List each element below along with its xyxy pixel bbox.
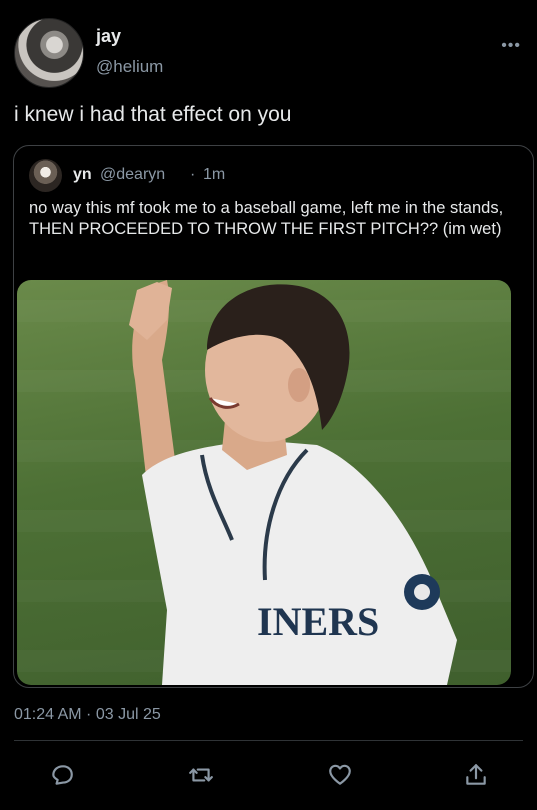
quoted-text: no way this mf took me to a baseball gam… — [29, 199, 504, 238]
like-icon[interactable] — [325, 760, 355, 790]
divider — [14, 740, 523, 741]
more-icon[interactable]: ••• — [501, 38, 521, 54]
quoted-name[interactable]: yn — [73, 166, 92, 184]
quoted-handle[interactable]: @dearyn — [100, 166, 165, 184]
quoted-avatar[interactable] — [29, 159, 62, 192]
quoted-photo[interactable]: INERS — [17, 280, 511, 685]
retweet-icon[interactable] — [186, 760, 216, 790]
tweet-text: i knew i had that effect on you — [14, 103, 292, 126]
share-icon[interactable] — [461, 760, 491, 790]
quoted-time: 1m — [203, 166, 226, 183]
action-bar — [0, 752, 537, 792]
quoted-tweet[interactable]: yn @dearyn · 1m no way this mf took me t… — [13, 145, 534, 688]
reply-icon[interactable] — [47, 760, 77, 790]
author-name[interactable]: jay — [96, 26, 121, 47]
tweet-timestamp[interactable]: 01:24 AM · 03 Jul 25 — [14, 706, 161, 724]
tweet-header: jay @helium ••• — [14, 18, 523, 92]
jersey-text: INERS — [257, 599, 379, 644]
quoted-separator: · — [190, 166, 196, 183]
author-avatar[interactable] — [14, 18, 84, 88]
author-handle[interactable]: @helium — [96, 57, 163, 77]
photo-illustration: INERS — [129, 280, 457, 685]
